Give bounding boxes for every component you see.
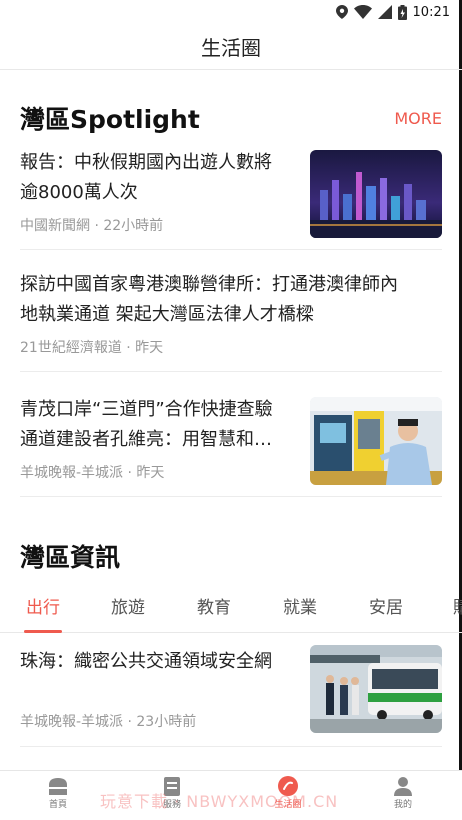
news-meta: 羊城晚報-羊城派 · 23小時前: [20, 714, 197, 730]
news-meta: 21世紀經濟報道 · 昨天: [20, 340, 164, 356]
nav-label: 我的: [393, 800, 412, 810]
tab-education[interactable]: 教育: [197, 593, 231, 618]
news-title: 報告：中秋假期國內出遊人數將 逾8000萬人次: [20, 148, 305, 208]
news-title: 珠海：織密公共交通領域安全網: [20, 651, 272, 672]
news-title-line: 地執業通道 架起大灣區法律人才橋樑: [20, 304, 314, 325]
tab-tourism[interactable]: 旅遊: [111, 593, 145, 618]
signal-icon: [377, 5, 392, 19]
news-title-line: 報告：中秋假期國內出遊人數將: [20, 152, 272, 173]
news-thumbnail-bus-station: [310, 645, 442, 733]
active-tab-indicator: [24, 630, 62, 633]
home-icon: [49, 778, 67, 795]
news-item[interactable]: 青茂口岸“三道門”合作快捷查驗 通道建設者孔維亮：用智慧和… 羊城晚報-羊城派 …: [20, 395, 442, 497]
news-title-line: 通道建設者孔維亮：用智慧和…: [20, 429, 272, 450]
page-title: 生活圈: [201, 36, 261, 60]
news-thumbnail-city-night: [310, 150, 442, 238]
location-icon: [335, 5, 348, 19]
news-title-line: 探訪中國首家粵港澳聯營律所：打通港澳律師內: [20, 274, 398, 295]
tab-travel[interactable]: 出行: [26, 593, 60, 618]
news-item[interactable]: 珠海：織密公共交通領域安全網 羊城晚報-羊城派 · 23小時前: [20, 645, 442, 747]
nav-profile[interactable]: 我的: [368, 775, 438, 810]
info-title: 灣區資訊: [20, 543, 121, 572]
news-meta: 中國新聞網 · 22小時前: [20, 218, 164, 234]
profile-icon: [394, 777, 412, 796]
watermark: 玩意下載 · NBWYXMOOM.CN: [100, 792, 339, 811]
more-link[interactable]: MORE: [394, 109, 442, 128]
bottom-nav: 首頁 服務 生活圈 我的 玩意下載 · NBWYXMOOM.CN: [0, 770, 462, 820]
tab-shopping[interactable]: 購: [453, 593, 462, 618]
category-tabs: 出行 旅遊 教育 就業 安居 購: [0, 585, 462, 633]
spotlight-header: 灣區Spotlight MORE: [20, 100, 442, 136]
tab-employment[interactable]: 就業: [283, 593, 317, 618]
nav-home[interactable]: 首頁: [23, 775, 93, 810]
status-time: 10:21: [412, 4, 450, 20]
news-item[interactable]: 探訪中國首家粵港澳聯營律所：打通港澳律師內 地執業通道 架起大灣區法律人才橋樑 …: [20, 270, 442, 372]
spotlight-title: 灣區Spotlight: [20, 105, 200, 134]
status-bar: 10:21: [0, 0, 462, 24]
news-title-line: 青茂口岸“三道門”合作快捷查驗: [20, 399, 273, 420]
news-title: 青茂口岸“三道門”合作快捷查驗 通道建設者孔維亮：用智慧和…: [20, 395, 305, 455]
tab-housing[interactable]: 安居: [369, 593, 403, 618]
news-item[interactable]: 報告：中秋假期國內出遊人數將 逾8000萬人次 中國新聞網 · 22小時前: [20, 148, 442, 250]
news-thumbnail-customs-officer: [310, 397, 442, 485]
news-meta: 羊城晚報-羊城派 · 昨天: [20, 465, 165, 481]
title-bar: 生活圈: [0, 24, 462, 70]
battery-icon: [397, 4, 407, 20]
wifi-icon: [353, 5, 372, 19]
info-header: 灣區資訊: [20, 538, 442, 574]
nav-label: 首頁: [48, 800, 67, 810]
news-title: 探訪中國首家粵港澳聯營律所：打通港澳律師內 地執業通道 架起大灣區法律人才橋樑: [20, 270, 442, 330]
news-title-line: 逾8000萬人次: [20, 182, 138, 203]
